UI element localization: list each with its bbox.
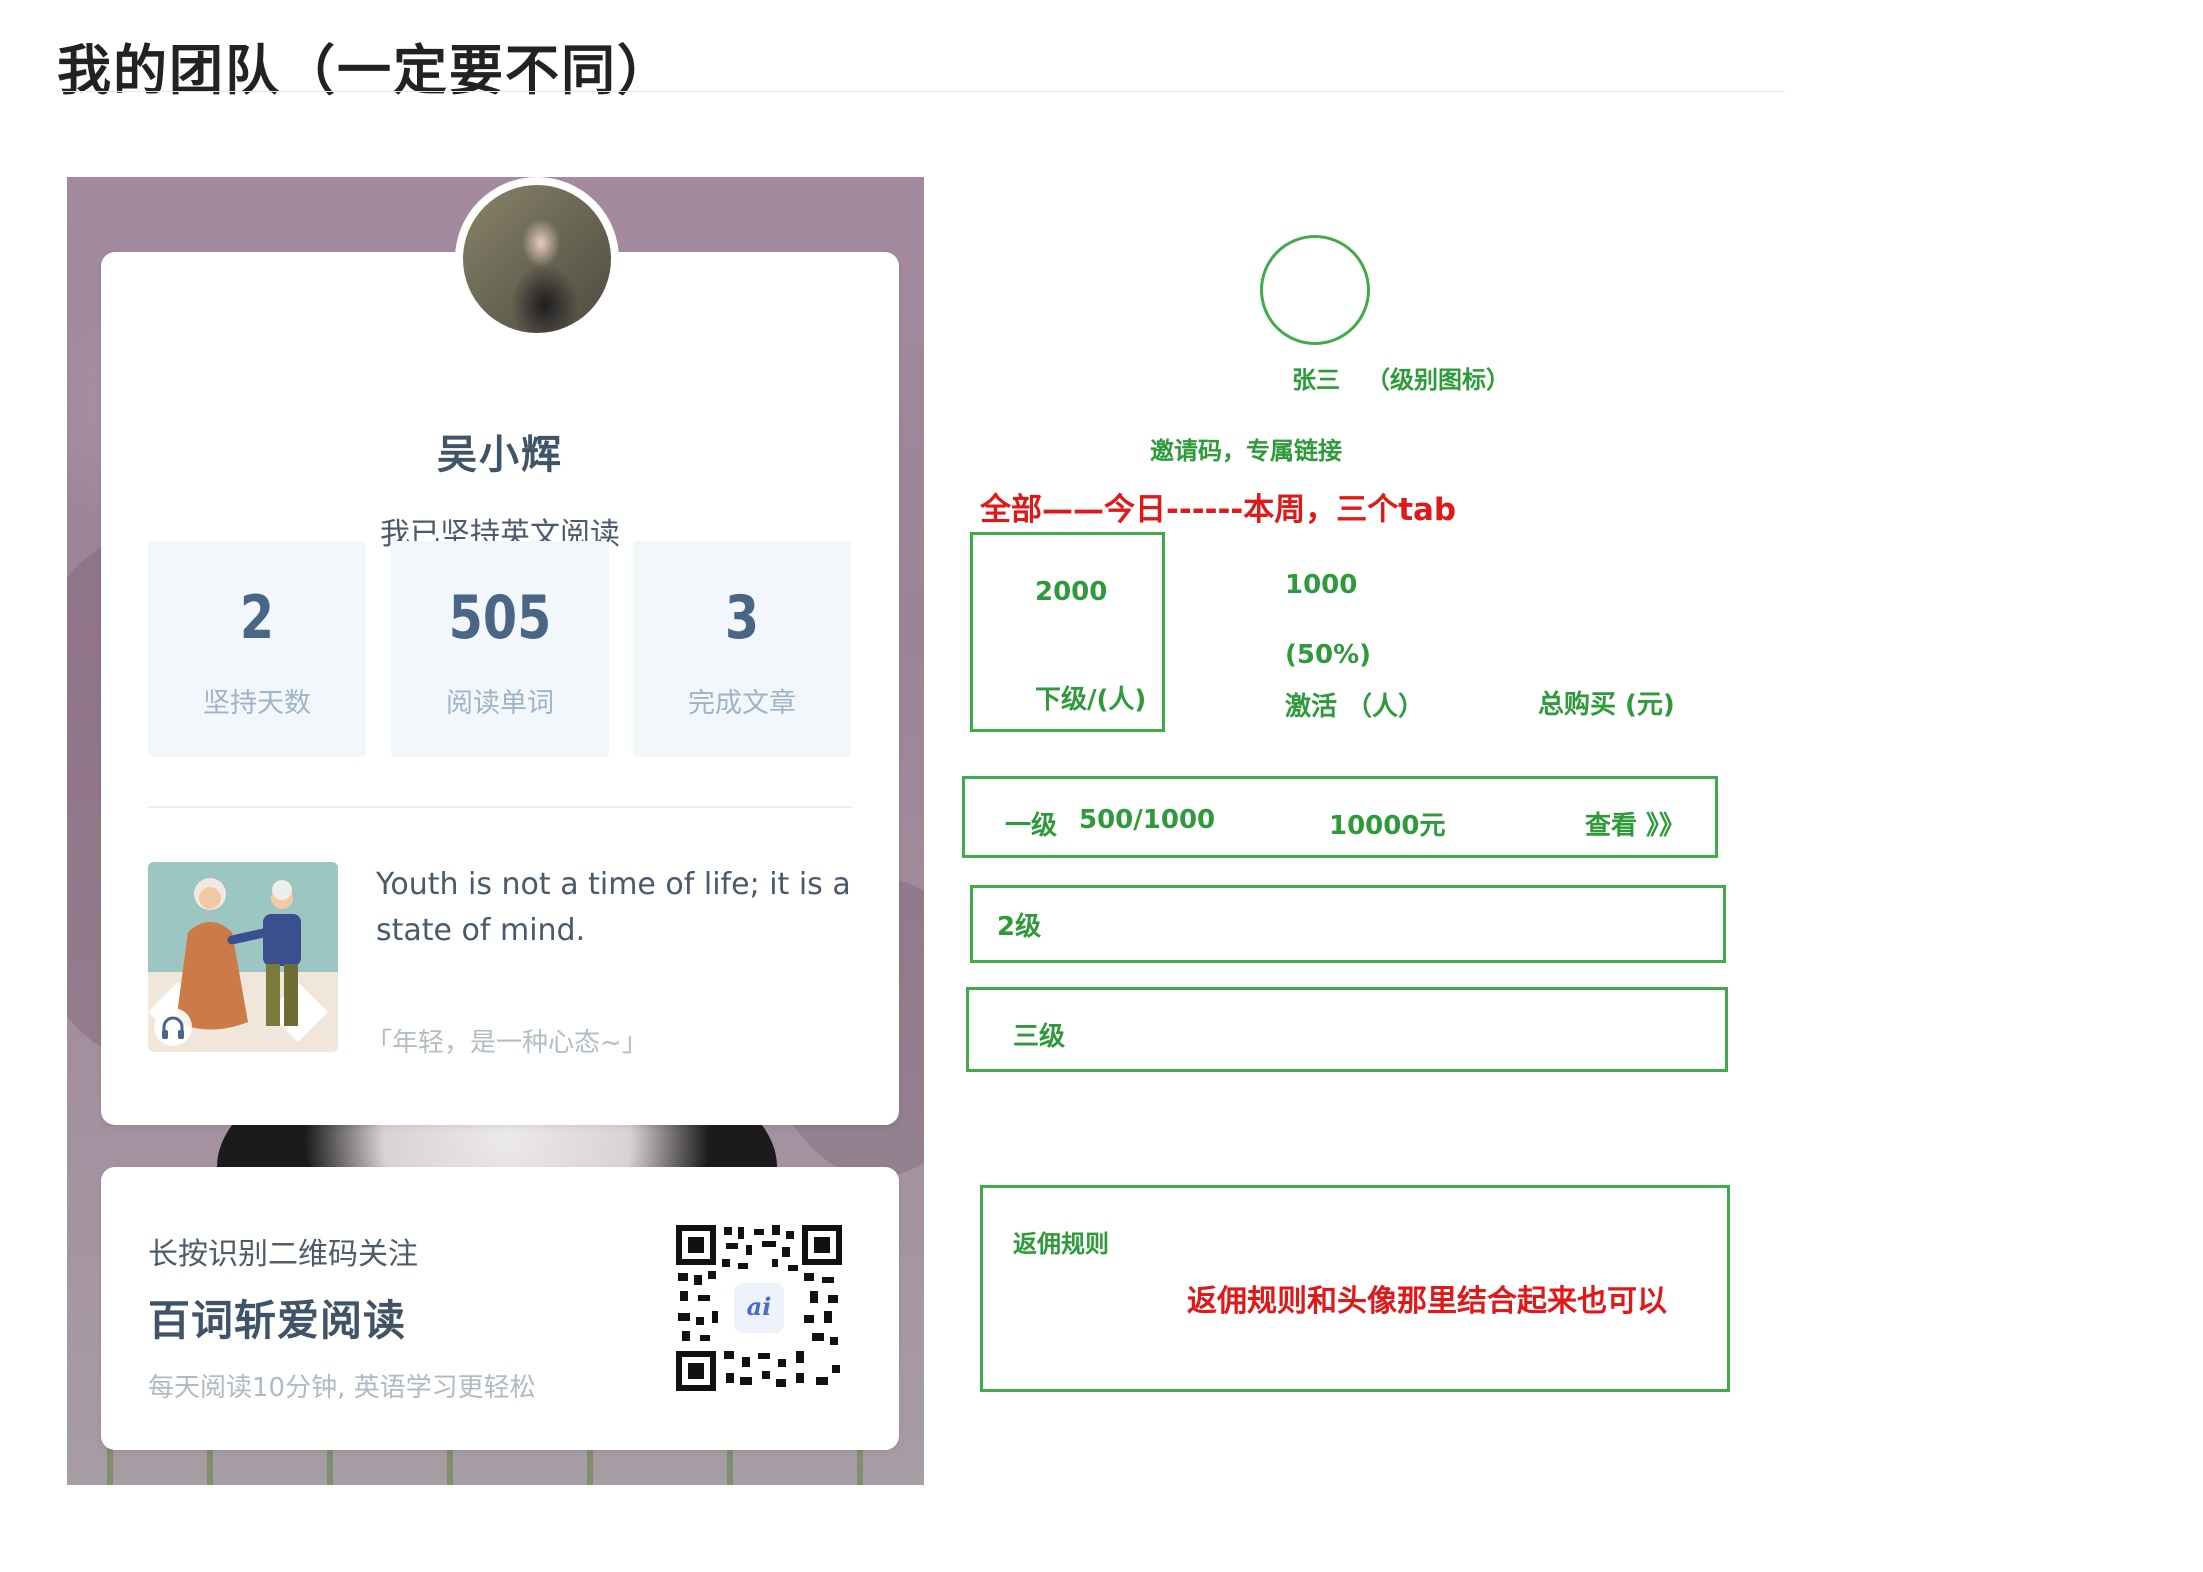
avatar-photo [463,185,611,333]
stat-articles-value: 3 [724,583,760,653]
level-1-amount: 10000元 [1329,811,1446,841]
page-title: 我的团队（一定要不同） [57,39,673,102]
activated-label: 激活 （人） [1285,692,1425,722]
profile-card: 吴小辉 我已坚持英文阅读 2 坚持天数 505 阅读单词 3 完成文章 Yout… [101,252,899,1125]
level-1-row[interactable]: 一级 500/1000 10000元 查看 》》 [962,776,1718,858]
level-3-row[interactable]: 三级 [966,987,1728,1072]
stat-articles: 3 完成文章 [633,541,851,757]
follow-subtitle: 每天阅读10分钟, 英语学习更轻松 [148,1373,536,1403]
user-name: 吴小辉 [437,432,563,478]
qr-logo-text: ai [747,1292,772,1321]
stat-articles-label: 完成文章 [688,688,796,719]
rebate-rules-note: 返佣规则和头像那里结合起来也可以 [1187,1284,1667,1319]
quote-english: Youth is not a time of life; it is a sta… [376,867,851,948]
level-1-label: 一级 [1005,811,1058,841]
card-divider [148,806,852,808]
stat-days-label: 坚持天数 [203,688,311,719]
rebate-rules-title: 返佣规则 [1013,1230,1109,1258]
avatar [455,177,619,341]
stat-words: 505 阅读单词 [391,541,609,757]
level-1-view-link[interactable]: 查看 》》 [1585,805,1685,842]
subordinates-box: 2000 下级/(人) [970,532,1165,732]
level-2-row[interactable]: 2级 [970,885,1726,963]
quote-chinese: 「年轻，是一种心态~」 [366,1028,648,1058]
level-1-count: 500/1000 [1079,805,1216,835]
qr-code[interactable]: ai [676,1225,842,1391]
headphones-icon[interactable] [154,1008,192,1046]
subordinates-label: 下级/(人) [1035,685,1147,715]
stat-words-value: 505 [448,583,552,653]
stat-days-value: 2 [239,583,275,653]
follow-brand: 百词斩爱阅读 [148,1296,407,1345]
activated-value: 1000 [1285,570,1358,600]
title-divider [57,91,1785,92]
total-purchase-label: 总购买 (元) [1538,690,1675,720]
quote-illustration [148,862,338,1052]
rebate-rules-box: 返佣规则 返佣规则和头像那里结合起来也可以 [980,1185,1730,1392]
level-avatar-placeholder [1260,235,1370,345]
level-2-label: 2级 [997,912,1042,942]
level-icon-note: （级别图标） [1366,366,1510,394]
tabs-note: 全部——今日------本周，三个tab [980,492,1457,528]
level-3-label: 三级 [1013,1022,1066,1052]
subordinates-value: 2000 [1035,577,1108,607]
invite-note: 邀请码，专属链接 [1150,437,1342,465]
stat-days: 2 坚持天数 [148,541,366,757]
follow-card: 长按识别二维码关注 百词斩爱阅读 每天阅读10分钟, 英语学习更轻松 ai [101,1167,899,1450]
activated-percent: (50%) [1285,640,1371,670]
qr-code-icon: ai [676,1225,842,1391]
profile-name-label: 张三 [1292,366,1340,394]
stat-words-label: 阅读单词 [446,688,554,719]
share-poster: 吴小辉 我已坚持英文阅读 2 坚持天数 505 阅读单词 3 完成文章 Yout… [67,177,924,1485]
follow-hint: 长按识别二维码关注 [148,1237,418,1272]
